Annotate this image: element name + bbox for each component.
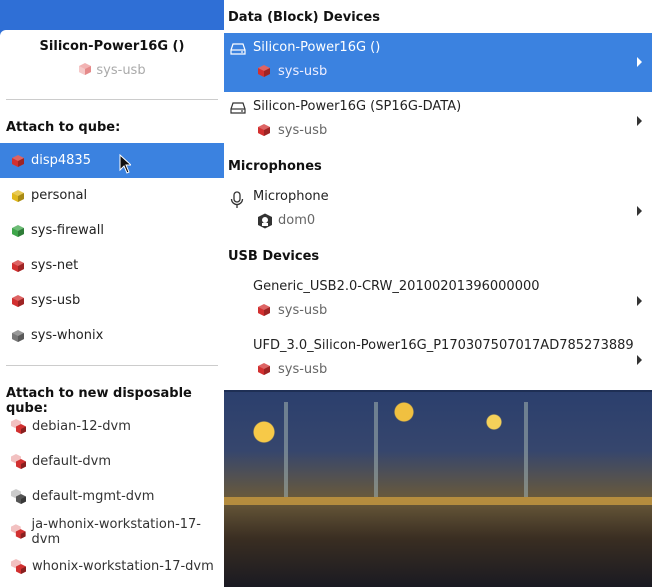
device-backend: sys-usb — [0, 62, 224, 78]
device-qube: dom0 — [278, 213, 316, 228]
disposable-qube-icon — [11, 559, 26, 574]
submenu-arrow-icon — [637, 206, 642, 216]
qube-cube-icon — [258, 363, 270, 375]
usb-devices-header: USB Devices — [228, 249, 320, 264]
device-icon-wrap — [230, 42, 246, 60]
dvm-label: default-dvm — [32, 454, 112, 469]
dom0-icon — [258, 213, 272, 229]
disposable-qube-icon — [11, 524, 26, 539]
device-qube: sys-usb — [278, 362, 328, 377]
dvm-item-default-dvm[interactable]: default-dvm — [0, 444, 224, 479]
qube-cube-icon — [12, 154, 24, 167]
qube-label: sys-usb — [31, 293, 81, 308]
submenu-arrow-icon — [637, 355, 642, 365]
dvm-label: whonix-workstation-17-dvm — [32, 559, 214, 574]
disposable-qube-icon — [11, 489, 26, 504]
qube-cube-icon — [12, 189, 24, 202]
device-backend-label: sys-usb — [96, 63, 146, 78]
device-name: Silicon-Power16G (SP16G-DATA) — [253, 99, 462, 114]
device-row[interactable]: UFD_3.0_Silicon-Power16G_P170307507017AD… — [224, 331, 652, 390]
mouse-cursor-icon — [119, 154, 131, 174]
qube-label: sys-firewall — [31, 223, 104, 238]
qube-cube-icon — [12, 224, 24, 237]
device-name: Generic_USB2.0-CRW_20100201396000000 — [253, 279, 540, 294]
disposable-qube-icon — [11, 454, 26, 469]
qube-icon-wrap — [257, 64, 271, 82]
microphone-icon — [230, 191, 244, 208]
drive-icon — [230, 43, 246, 55]
qube-cube-icon — [79, 63, 92, 75]
device-name: UFD_3.0_Silicon-Power16G_P170307507017AD… — [253, 338, 634, 353]
drive-icon — [230, 102, 246, 114]
device-name: Microphone — [253, 189, 329, 204]
qube-label: personal — [31, 188, 88, 203]
qube-item-sys-whonix[interactable]: sys-whonix — [0, 318, 224, 353]
wallpaper-photo — [224, 392, 652, 587]
device-title: Silicon-Power16G () — [39, 39, 185, 54]
qube-label: disp4835 — [31, 153, 91, 168]
qube-label: sys-whonix — [31, 328, 104, 343]
qube-icon-wrap — [257, 213, 273, 233]
wallpaper-pier — [224, 497, 652, 505]
dvm-item-whonix-workstation-17-dvm[interactable]: whonix-workstation-17-dvm — [0, 549, 224, 584]
qube-cube-icon — [258, 124, 270, 136]
qube-item-personal[interactable]: personal — [0, 178, 224, 213]
device-qube: sys-usb — [278, 123, 328, 138]
qube-item-disp4835[interactable]: disp4835 — [0, 143, 224, 178]
qube-item-sys-net[interactable]: sys-net — [0, 248, 224, 283]
device-icon-wrap — [230, 191, 244, 213]
block-devices-header: Data (Block) Devices — [228, 10, 380, 25]
dvm-item-default-mgmt-dvm[interactable]: default-mgmt-dvm — [0, 479, 224, 514]
device-row[interactable]: Silicon-Power16G (SP16G-DATA) sys-usb — [224, 92, 652, 151]
dvm-item-debian-12-dvm[interactable]: debian-12-dvm — [0, 409, 224, 444]
dvm-label: ja-whonix-workstation-17-dvm — [31, 516, 201, 547]
dvm-label: debian-12-dvm — [32, 419, 131, 434]
microphones-header: Microphones — [228, 159, 322, 174]
divider — [6, 365, 218, 366]
device-name: Silicon-Power16G () — [253, 40, 381, 55]
qube-cube-icon — [12, 294, 24, 307]
device-qube: sys-usb — [278, 303, 328, 318]
device-row[interactable]: Microphone dom0 — [224, 182, 652, 241]
device-icon-wrap — [230, 101, 246, 119]
qube-icon-wrap — [257, 362, 271, 380]
qube-icon-wrap — [257, 303, 271, 321]
qube-cube-icon — [12, 259, 24, 272]
qube-cube-icon — [258, 65, 270, 77]
device-qube: sys-usb — [278, 64, 328, 79]
attach-header: Attach to qube: — [6, 120, 121, 135]
wallpaper-crane — [524, 402, 528, 497]
submenu-arrow-icon — [637, 296, 642, 306]
qube-label: sys-net — [31, 258, 79, 273]
dvm-item-ja-whonix-workstation-17-dvm[interactable]: ja-whonix-workstation-17-dvm — [0, 514, 224, 549]
wallpaper-crane — [284, 402, 288, 497]
wallpaper-crane — [374, 402, 378, 497]
dvm-label: default-mgmt-dvm — [32, 489, 155, 504]
devices-panel: Data (Block) Devices Silicon-Power16G ()… — [224, 0, 652, 390]
device-action-menu: Silicon-Power16G () sys-usb Attach to qu… — [0, 30, 224, 587]
submenu-arrow-icon — [637, 57, 642, 67]
device-row[interactable]: Silicon-Power16G () sys-usb — [224, 33, 652, 92]
divider — [6, 99, 218, 100]
qube-item-sys-usb[interactable]: sys-usb — [0, 283, 224, 318]
disposable-qube-icon — [11, 419, 26, 434]
device-row[interactable]: Generic_USB2.0-CRW_20100201396000000 sys… — [224, 272, 652, 331]
qube-item-sys-firewall[interactable]: sys-firewall — [0, 213, 224, 248]
qube-cube-icon — [258, 304, 270, 316]
qube-cube-icon — [12, 329, 24, 342]
qube-icon-wrap — [257, 123, 271, 141]
submenu-arrow-icon — [637, 116, 642, 126]
